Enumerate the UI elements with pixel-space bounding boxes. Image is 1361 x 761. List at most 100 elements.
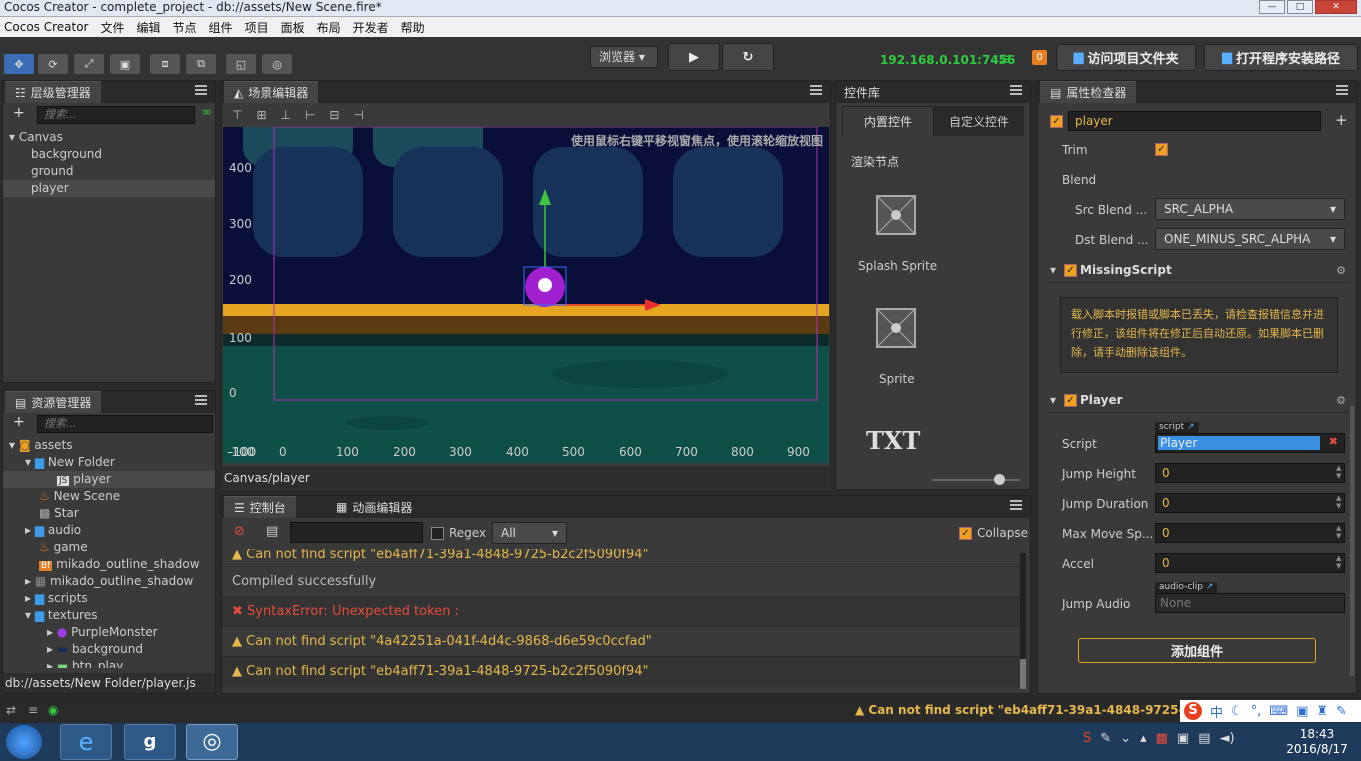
tree-node-canvas[interactable]: ▾ Canvas [3,129,215,146]
panel-menu-icon[interactable] [195,395,207,405]
layout-icon[interactable]: ⇄ [6,703,16,717]
inspector-scrollbar[interactable] [1350,406,1354,676]
tray-arrow-icon[interactable]: ▴ [1140,731,1147,746]
asset-font[interactable]: Bf mikado_outline_shadow [3,556,215,573]
gear-icon[interactable]: ⚙ [1336,394,1346,407]
dst-blend-select[interactable]: ONE_MINUS_SRC_ALPHA ▾ [1155,228,1345,250]
clear-icon[interactable]: ⊘ [234,524,245,539]
log-level-select[interactable]: All ▾ [492,522,567,544]
node-active-checkbox[interactable]: ✓ [1050,115,1063,128]
asset-background[interactable]: ▸ ▬ background [3,641,215,658]
log-row-info[interactable]: Compiled successfully [222,567,1022,597]
align-left-icon[interactable]: ⊢ [305,108,315,122]
player-component-checkbox[interactable]: ✓ [1064,394,1077,407]
log-row-warning[interactable]: ▲ Can not find script "4a42251a-041f-4d4… [222,627,1022,657]
jump-audio-field[interactable]: None [1155,593,1345,613]
menu-developer[interactable]: 开发者 [353,19,389,36]
network-icon[interactable]: ▩ [1156,731,1168,746]
align-middle-icon[interactable]: ⊞ [256,108,266,122]
max-move-speed-input[interactable]: 0 [1155,523,1345,543]
center-button[interactable]: ⧉ [186,54,216,74]
rect-tool-button[interactable]: ▣ [110,54,140,74]
scale-tool-button[interactable]: ⤢ [74,54,104,74]
scene-tab[interactable]: ◭ 场景编辑器 [224,81,319,103]
log-file-icon[interactable]: ▤ [266,524,278,539]
stepper-icon[interactable]: ▲ ▼ [1336,554,1341,570]
punctuation-icon[interactable]: °, [1251,704,1262,719]
align-top-icon[interactable]: ⊤ [232,108,242,122]
maximize-button[interactable]: □ [1287,0,1313,14]
splash-sprite-widget[interactable] [876,195,916,235]
link-icon[interactable]: ∞ [201,105,212,120]
asset-btn-play[interactable]: ▸ ▬ btn_play [3,658,215,668]
align-right-icon[interactable]: ⊣ [353,108,363,122]
sogou-icon[interactable]: S [1184,702,1202,720]
stepper-icon[interactable]: ▲ ▼ [1336,494,1341,510]
close-button[interactable]: ✕ [1315,0,1357,14]
align-center-icon[interactable]: ⊟ [329,108,339,122]
regex-checkbox[interactable] [431,527,444,540]
panel-menu-icon[interactable] [1010,85,1022,95]
menu-help[interactable]: 帮助 [401,19,425,36]
tab-builtin[interactable]: 内置控件 [842,106,934,136]
tab-animation[interactable]: ▦ 动画编辑器 [326,496,422,518]
assets-tab[interactable]: ▤ 资源管理器 [5,391,102,413]
ie-taskbar-icon[interactable]: e [60,724,112,760]
open-project-folder-button[interactable]: ▆ 访问项目文件夹 [1056,44,1196,71]
player-component-header[interactable]: ▾ ✓ Player ⚙ [1048,391,1350,413]
notification-badge[interactable]: 0 [1032,50,1047,65]
jump-height-input[interactable]: 0 [1155,463,1345,483]
stepper-icon[interactable]: ▲ ▼ [1336,524,1341,540]
log-row-warning[interactable]: ▲ Can not find script "eb4aff71-39a1-484… [222,549,1022,567]
console-scrollbar[interactable] [1020,553,1026,689]
asset-new-scene[interactable]: ♨ New Scene [3,488,215,505]
local-button[interactable]: ◱ [226,54,256,74]
tray-expand-icon[interactable]: ⌄ [1120,731,1131,746]
trim-checkbox[interactable]: ✓ [1155,143,1168,156]
volume-icon[interactable]: ◄) [1220,731,1235,746]
scene-viewport[interactable]: 400 300 200 100 0 -100 -100 0 100 200 300 400 500 60… [223,127,829,463]
cocos-taskbar-icon[interactable]: ◎ [186,724,238,760]
log-row-warning[interactable]: ▲ Can not find script "eb4aff71-39a1-484… [222,657,1022,687]
db-icon[interactable]: ≡ [28,703,38,717]
asset-textures[interactable]: ▾ ▆ textures [3,607,215,624]
missing-script-checkbox[interactable]: ✓ [1064,264,1077,277]
panel-menu-icon[interactable] [1336,85,1348,95]
asset-star[interactable]: ▩ Star [3,505,215,522]
hierarchy-tab[interactable]: ☷ 层级管理器 [5,81,101,103]
missing-script-header[interactable]: ▾ ✓ MissingScript ⚙ [1048,261,1350,283]
minimize-button[interactable]: — [1259,0,1285,14]
tray-icon[interactable]: ▤ [1198,731,1210,746]
console-scrollbar-thumb[interactable] [1020,659,1026,689]
start-button[interactable] [6,725,42,759]
move-tool-button[interactable]: ✥ [4,54,34,74]
refresh-button[interactable]: ↻ [722,43,774,71]
asset-scripts[interactable]: ▸ ▆ scripts [3,590,215,607]
sprite-widget[interactable] [876,308,916,348]
global-button[interactable]: ◎ [262,54,292,74]
tab-console[interactable]: ☰ 控制台 [224,496,296,518]
pivot-button[interactable]: ⧈ [150,54,180,74]
menu-file[interactable]: 文件 [101,19,125,36]
tab-custom[interactable]: 自定义控件 [934,106,1024,136]
ime-mode[interactable]: 中 [1210,702,1223,721]
app-taskbar-icon[interactable]: g [124,724,176,760]
jump-duration-input[interactable]: 0 [1155,493,1345,513]
gear-icon[interactable]: ⚙ [1336,264,1346,277]
clock[interactable]: 18:43 2016/8/17 [1278,727,1356,757]
asset-player-js[interactable]: JS player [3,471,215,488]
rotate-tool-button[interactable]: ⟳ [38,54,68,74]
tray-icon[interactable]: ▣ [1177,731,1189,746]
asset-audio[interactable]: ▸ ▆ audio [3,522,215,539]
keyboard-icon[interactable]: ⌨ [1269,704,1288,719]
panel-menu-icon[interactable] [810,85,822,95]
asset-new-folder[interactable]: ▾ ▆ New Folder [3,454,215,471]
zoom-slider[interactable] [932,474,1020,485]
shirt-icon[interactable]: ♜ [1316,704,1328,719]
collapse-checkbox[interactable]: ✓ [959,527,972,540]
add-component-button[interactable]: 添加组件 [1078,638,1316,663]
align-bottom-icon[interactable]: ⊥ [281,108,291,122]
hierarchy-search-input[interactable]: 搜索... [37,106,195,124]
play-button[interactable]: ▶ [668,43,720,71]
tree-node-player[interactable]: player [3,180,215,197]
